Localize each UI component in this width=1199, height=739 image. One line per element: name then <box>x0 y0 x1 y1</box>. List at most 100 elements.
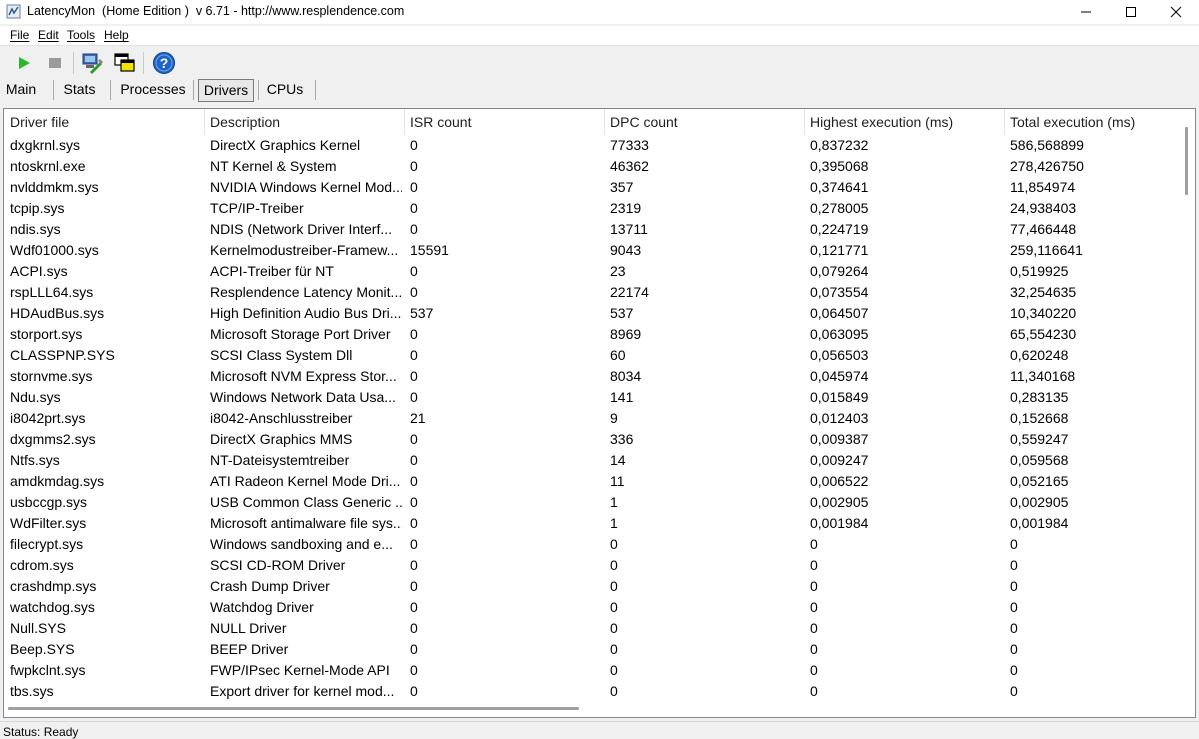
vertical-scrollbar[interactable] <box>1179 109 1195 699</box>
description-cell: NT Kernel & System <box>210 158 337 174</box>
table-row[interactable]: nvlddmkm.sys NVIDIA Windows Kernel Mod...… <box>4 177 1184 198</box>
table-row[interactable]: watchdog.sys Watchdog Driver 0 0 0 0 <box>4 597 1184 618</box>
stop-icon <box>49 58 61 68</box>
tools-button[interactable] <box>80 49 106 77</box>
tab-cpus[interactable]: CPUs <box>262 79 308 102</box>
menu-help[interactable]: Help <box>104 28 129 42</box>
highest-execution-cell: 0,009387 <box>810 431 869 447</box>
minimize-button[interactable] <box>1063 0 1109 24</box>
highest-execution-cell: 0 <box>810 536 818 552</box>
isr-count-cell: 0 <box>410 452 418 468</box>
table-row[interactable]: ndis.sys NDIS (Network Driver Interf... 0 1… <box>4 219 1184 240</box>
dpc-count-cell: 11 <box>610 473 625 489</box>
driver-file-cell: ntoskrnl.exe <box>10 158 86 174</box>
menu-tools[interactable]: Tools <box>67 28 95 42</box>
tab-drivers[interactable]: Drivers <box>198 79 254 102</box>
table-row[interactable]: ntoskrnl.exe NT Kernel & System 0 46362 0,39… <box>4 156 1184 177</box>
horizontal-scroll-thumb[interactable] <box>8 707 579 710</box>
table-row[interactable]: dxgkrnl.sys DirectX Graphics Kernel 0 77333… <box>4 135 1184 156</box>
table-row[interactable]: Ntfs.sys NT-Dateisystemtreiber 0 14 0,009247… <box>4 450 1184 471</box>
windows-button[interactable] <box>112 49 138 77</box>
column-header-highest-execution[interactable]: Highest execution (ms) <box>804 109 1005 135</box>
table-row[interactable]: ACPI.sys ACPI-Treiber für NT 0 23 0,079264 0,… <box>4 261 1184 282</box>
dpc-count-cell: 0 <box>610 620 618 636</box>
table-row[interactable]: dxgmms2.sys DirectX Graphics MMS 0 336 0,009… <box>4 429 1184 450</box>
maximize-icon <box>1126 7 1136 17</box>
isr-count-cell: 0 <box>410 200 418 216</box>
table-row[interactable]: fwpkclnt.sys FWP/IPsec Kernel-Mode API 0 0 0… <box>4 660 1184 681</box>
table-row[interactable]: i8042prt.sys i8042-Anschlusstreiber 21 9 0,0… <box>4 408 1184 429</box>
table-row[interactable]: rspLLL64.sys Resplendence Latency Monit..… <box>4 282 1184 303</box>
table-row[interactable]: CLASSPNP.SYS SCSI Class System Dll 0 60 0,05… <box>4 345 1184 366</box>
isr-count-cell: 0 <box>410 662 418 678</box>
column-header-driver-file[interactable]: Driver file <box>4 109 205 135</box>
list-header: Driver file Description ISR count DPC co… <box>4 109 1184 135</box>
table-row[interactable]: crashdmp.sys Crash Dump Driver 0 0 0 0 <box>4 576 1184 597</box>
table-row[interactable]: stornvme.sys Microsoft NVM Express Stor..… <box>4 366 1184 387</box>
table-row[interactable]: cdrom.sys SCSI CD-ROM Driver 0 0 0 0 <box>4 555 1184 576</box>
maximize-button[interactable] <box>1108 0 1154 24</box>
close-button[interactable] <box>1153 0 1199 24</box>
menu-edit[interactable]: Edit <box>38 28 59 42</box>
table-row[interactable]: Beep.SYS BEEP Driver 0 0 0 0 <box>4 639 1184 660</box>
tab-main[interactable]: Main <box>2 79 40 102</box>
isr-count-cell: 15591 <box>410 242 449 258</box>
table-row[interactable]: amdkmdag.sys ATI Radeon Kernel Mode Dri..… <box>4 471 1184 492</box>
table-row[interactable]: Ndu.sys Windows Network Data Usa... 0 141 0,… <box>4 387 1184 408</box>
table-row[interactable]: HDAudBus.sys High Definition Audio Bus Dr… <box>4 303 1184 324</box>
play-icon <box>19 57 30 69</box>
column-header-total-execution[interactable]: Total execution (ms) <box>1004 109 1184 135</box>
total-execution-cell: 0,559247 <box>1010 431 1069 447</box>
column-header-dpc-count[interactable]: DPC count <box>604 109 805 135</box>
horizontal-scrollbar[interactable] <box>4 700 1179 717</box>
table-row[interactable]: usbccgp.sys USB Common Class Generic ... 0… <box>4 492 1184 513</box>
vertical-scroll-thumb[interactable] <box>1185 127 1188 195</box>
total-execution-cell: 0 <box>1010 536 1018 552</box>
total-execution-cell: 0 <box>1010 599 1018 615</box>
total-execution-cell: 0 <box>1010 578 1018 594</box>
highest-execution-cell: 0,012403 <box>810 410 869 426</box>
total-execution-cell: 0,059568 <box>1010 452 1069 468</box>
driver-file-cell: Ndu.sys <box>10 389 61 405</box>
table-row[interactable]: tbs.sys Export driver for kernel mod... 0 0… <box>4 681 1184 702</box>
table-row[interactable]: WdFilter.sys Microsoft antimalware file s… <box>4 513 1184 534</box>
toolbar-separator <box>143 52 144 74</box>
help-button[interactable]: ? <box>151 49 177 77</box>
total-execution-cell: 0 <box>1010 557 1018 573</box>
total-execution-cell: 0,152668 <box>1010 410 1069 426</box>
tab-processes[interactable]: Processes <box>116 79 190 102</box>
highest-execution-cell: 0,224719 <box>810 221 869 237</box>
dpc-count-cell: 22174 <box>610 284 649 300</box>
table-row[interactable]: filecrypt.sys Windows sandboxing and e...… <box>4 534 1184 555</box>
highest-execution-cell: 0,395068 <box>810 158 869 174</box>
start-button[interactable] <box>11 49 37 77</box>
isr-count-cell: 0 <box>410 179 418 195</box>
drivers-list[interactable]: Driver file Description ISR count DPC co… <box>3 108 1196 718</box>
isr-count-cell: 0 <box>410 326 418 342</box>
total-execution-cell: 278,426750 <box>1010 158 1084 174</box>
table-row[interactable]: tcpip.sys TCP/IP-Treiber 0 2319 0,278005 24,9… <box>4 198 1184 219</box>
total-execution-cell: 259,116641 <box>1010 242 1083 258</box>
table-row[interactable]: storport.sys Microsoft Storage Port Drive… <box>4 324 1184 345</box>
table-row[interactable]: Null.SYS NULL Driver 0 0 0 0 <box>4 618 1184 639</box>
driver-file-cell: Ntfs.sys <box>10 452 60 468</box>
tab-stats[interactable]: Stats <box>58 79 101 102</box>
total-execution-cell: 10,340220 <box>1010 305 1077 321</box>
table-row[interactable]: Wdf01000.sys Kernelmodustreiber-Framew...… <box>4 240 1184 261</box>
isr-count-cell: 0 <box>410 620 418 636</box>
stop-button[interactable] <box>42 49 68 77</box>
description-cell: Crash Dump Driver <box>210 578 330 594</box>
column-header-isr-count[interactable]: ISR count <box>404 109 605 135</box>
dpc-count-cell: 1 <box>610 515 618 531</box>
dpc-count-cell: 14 <box>610 452 626 468</box>
dpc-count-cell: 2319 <box>610 200 642 216</box>
total-execution-cell: 77,466448 <box>1010 221 1077 237</box>
menu-file[interactable]: File <box>10 28 29 42</box>
driver-file-cell: Beep.SYS <box>10 641 75 657</box>
total-execution-cell: 0,620248 <box>1010 347 1069 363</box>
total-execution-cell: 24,938403 <box>1010 200 1077 216</box>
tab-separator <box>193 80 194 100</box>
column-header-description[interactable]: Description <box>204 109 405 135</box>
total-execution-cell: 586,568899 <box>1010 137 1084 153</box>
tab-label: Drivers <box>203 82 249 98</box>
